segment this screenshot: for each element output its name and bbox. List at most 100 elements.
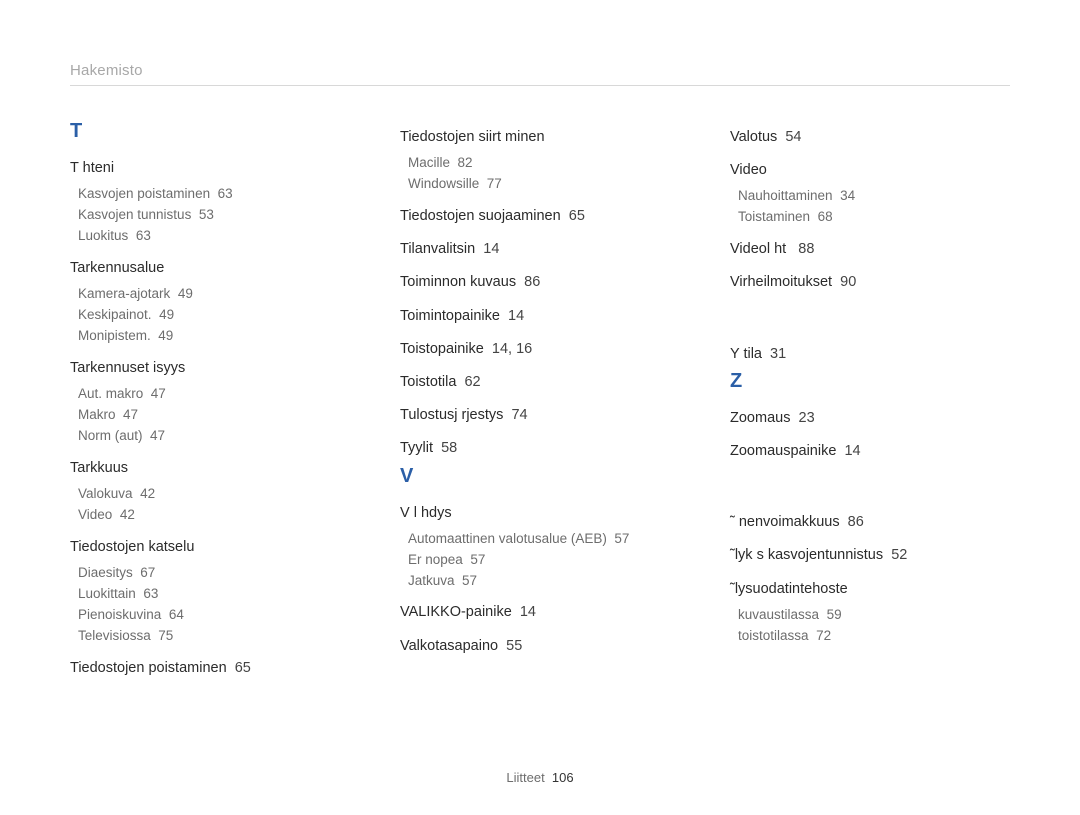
index-subentry: Windowsille 77 (408, 174, 680, 195)
index-entry: V l hdys (400, 502, 680, 525)
index-entry: ˜lyk s kasvojentunnistus 52 (730, 544, 1010, 567)
index-entry: Toiminnon kuvaus 86 (400, 271, 680, 294)
index-subentry-page: 42 (140, 486, 155, 501)
page-header: Hakemisto (70, 62, 1010, 79)
index-entry-label: Valotus (730, 129, 777, 145)
index-entry-label: Zoomauspainike (730, 443, 836, 459)
index-subentry-page: 34 (840, 188, 855, 203)
index-subentry: Video 42 (78, 505, 350, 526)
index-entry-page: 52 (891, 547, 907, 563)
index-entry-label: Tiedostojen katselu (70, 539, 194, 555)
index-entry: Virheilmoitukset 90 (730, 271, 1010, 294)
index-subentry-list: Automaattinen valotusalue (AEB) 57 Er nop… (408, 529, 680, 592)
index-entry-label: T hteni (70, 160, 114, 176)
index-entry: ˜lysuodatintehoste (730, 578, 1010, 601)
index-subentry: Jatkuva 57 (408, 571, 680, 592)
index-subentry-label: Norm (aut) (78, 428, 143, 443)
index-subentry-label: Kamera-ajotark (78, 286, 170, 301)
index-entry: VALIKKO-painike 14 (400, 601, 680, 624)
index-subentry-page: 72 (816, 628, 831, 643)
index-subentry-label: Pienoiskuvina (78, 607, 161, 622)
spacer (730, 467, 1010, 501)
index-entry-label: Toimintopainike (400, 308, 500, 324)
index-entry-page: 86 (524, 274, 540, 290)
footer-page-number: 106 (552, 770, 574, 785)
index-subentry: Automaattinen valotusalue (AEB) 57 (408, 529, 680, 550)
index-subentry: Nauhoittaminen 34 (738, 186, 1010, 207)
index-subentry-label: Diaesitys (78, 565, 133, 580)
index-subentry: toistotilassa 72 (738, 626, 1010, 647)
index-entry-label: Y tila (730, 346, 762, 362)
index-subentry: kuvaustilassa 59 (738, 605, 1010, 626)
index-letter-heading: Z (730, 370, 1010, 393)
index-entry: Toistotila 62 (400, 371, 680, 394)
index-entry-label: Toiminnon kuvaus (400, 274, 516, 290)
index-subentry-page: 53 (199, 207, 214, 222)
index-subentry-page: 47 (123, 407, 138, 422)
index-column: TT hteniKasvojen poistaminen 63Kasvojen … (70, 116, 350, 684)
index-subentry: Kasvojen tunnistus 53 (78, 205, 350, 226)
index-entry-label: VALIKKO-painike (400, 604, 512, 620)
index-entry-page: 23 (799, 410, 815, 426)
index-subentry: Diaesitys 67 (78, 563, 350, 584)
index-subentry-label: Jatkuva (408, 573, 455, 588)
index-entry: Tiedostojen suojaaminen 65 (400, 205, 680, 228)
index-entry: Valotus 54 (730, 126, 1010, 149)
index-entry-label: Zoomaus (730, 410, 790, 426)
index-subentry-page: 57 (462, 573, 477, 588)
index-entry: Zoomauspainike 14 (730, 440, 1010, 463)
index-entry: Valkotasapaino 55 (400, 635, 680, 658)
index-subentry-label: Luokitus (78, 228, 128, 243)
index-subentry-label: toistotilassa (738, 628, 809, 643)
index-entry-page: 31 (770, 346, 786, 362)
index-entry-label: Virheilmoitukset (730, 274, 832, 290)
index-entry-label: Toistopainike (400, 341, 484, 357)
index-entry-page: 58 (441, 440, 457, 456)
index-subentry-label: Luokittain (78, 586, 136, 601)
index-subentry-page: 75 (158, 628, 173, 643)
index-entry: Tiedostojen siirt minen (400, 126, 680, 149)
index-column: Tiedostojen siirt minen Macille 82Windows… (400, 116, 680, 684)
index-subentry-page: 47 (151, 386, 166, 401)
index-entry: Tarkkuus (70, 457, 350, 480)
index-subentry-list: Valokuva 42Video 42 (78, 484, 350, 526)
index-entry-label: Tarkennusalue (70, 260, 164, 276)
index-entry-label: Video (730, 162, 767, 178)
page-footer: Liitteet 106 (0, 770, 1080, 785)
index-subentry: Luokitus 63 (78, 226, 350, 247)
index-subentry: Macille 82 (408, 153, 680, 174)
index-subentry: Kamera-ajotark 49 (78, 284, 350, 305)
index-entry-page: 55 (506, 638, 522, 654)
index-subentry-label: Kasvojen tunnistus (78, 207, 191, 222)
index-subentry: Pienoiskuvina 64 (78, 605, 350, 626)
index-entry-label: Toistotila (400, 374, 456, 390)
index-subentry-page: 64 (169, 607, 184, 622)
index-entry: Tarkennuset isyys (70, 357, 350, 380)
index-entry-page: 86 (848, 514, 864, 530)
index-entry: Y tila 31 (730, 343, 1010, 366)
index-entry-label: Tyylit (400, 440, 433, 456)
index-entry-label: Tiedostojen poistaminen (70, 660, 227, 676)
index-entry: Zoomaus 23 (730, 407, 1010, 430)
index-subentry-list: kuvaustilassa 59toistotilassa 72 (738, 605, 1010, 647)
index-letter-heading: V (400, 465, 680, 488)
index-entry-page: 54 (785, 129, 801, 145)
index-entry-label: ˜ nenvoimakkuus (730, 514, 840, 530)
index-entry: Tiedostojen katselu (70, 536, 350, 559)
index-letter-heading: T (70, 120, 350, 143)
index-entry-page: 14, 16 (492, 341, 532, 357)
index-subentry-label: Nauhoittaminen (738, 188, 833, 203)
index-entry: Tilanvalitsin 14 (400, 238, 680, 261)
header-rule (70, 85, 1010, 86)
index-entry-label: ˜lyk s kasvojentunnistus (730, 547, 883, 563)
index-subentry-label: kuvaustilassa (738, 607, 819, 622)
index-entry-page: 62 (464, 374, 480, 390)
index-entry-label: ˜lysuodatintehoste (730, 581, 848, 597)
index-subentry-page: 67 (140, 565, 155, 580)
index-entry-page: 14 (508, 308, 524, 324)
index-entry: Tiedostojen poistaminen 65 (70, 657, 350, 680)
index-subentry-label: Er nopea (408, 552, 463, 567)
index-entry: Tyylit 58 (400, 437, 680, 460)
index-subentry-label: Televisiossa (78, 628, 151, 643)
index-subentry-page: 57 (470, 552, 485, 567)
